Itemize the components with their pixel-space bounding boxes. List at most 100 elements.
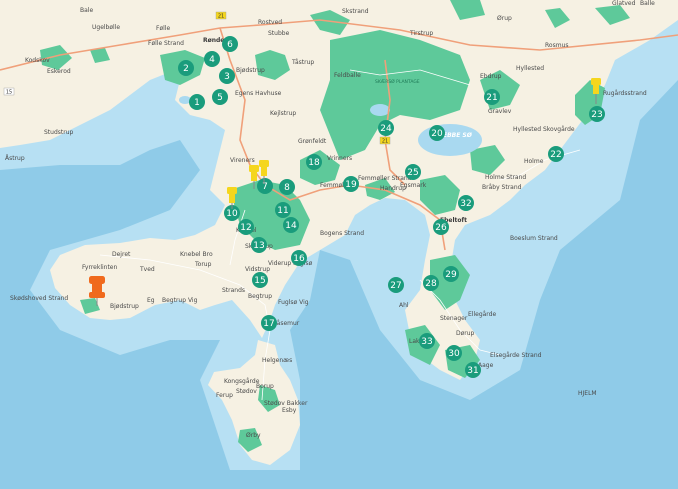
marker-number: 5: [217, 93, 223, 103]
location-marker-27[interactable]: 27: [388, 277, 404, 293]
place-label: Følle Strand: [148, 40, 184, 47]
place-label: Ebdrup: [480, 73, 502, 80]
ebbe-lake: [418, 124, 482, 156]
place-label: Tved: [139, 266, 155, 273]
location-marker-24[interactable]: 24: [378, 120, 394, 136]
location-marker-15[interactable]: 15: [252, 272, 268, 288]
location-marker-17[interactable]: 17: [261, 315, 277, 331]
location-marker-28[interactable]: 28: [423, 275, 439, 291]
marker-number: 7: [262, 182, 268, 192]
place-label: Stødov Bakker: [264, 400, 308, 407]
location-marker-19[interactable]: 19: [343, 176, 359, 192]
place-label: Ellegårde: [468, 311, 496, 318]
place-label: Rostved: [258, 19, 282, 26]
location-marker-30[interactable]: 30: [446, 345, 462, 361]
marker-number: 27: [390, 281, 401, 291]
place-label: Begtrup Vig: [162, 297, 198, 304]
location-marker-3[interactable]: 3: [219, 68, 235, 84]
marker-number: 32: [460, 199, 471, 209]
location-marker-5[interactable]: 5: [212, 89, 228, 105]
marker-number: 2: [183, 64, 189, 74]
marker-number: 23: [591, 110, 602, 120]
location-marker-6[interactable]: 6: [222, 36, 238, 52]
svg-text:21: 21: [382, 139, 388, 145]
location-marker-13[interactable]: 13: [251, 237, 267, 253]
place-label: Følle: [156, 25, 170, 32]
place-label: Skstrand: [342, 8, 369, 15]
place-label: Rønde: [203, 37, 224, 44]
place-label: Tirstrup: [409, 30, 433, 37]
location-marker-29[interactable]: 29: [443, 266, 459, 282]
map-canvas[interactable]: 21 21 15 SKÆRSØ PLANTAGE EBBE SØ Bale Ug…: [0, 0, 678, 489]
marker-number: 29: [445, 270, 457, 280]
place-label: Bjødstrup: [236, 67, 265, 74]
place-label: Kejlstrup: [270, 110, 296, 117]
place-label: Elsegårde Strand: [490, 352, 542, 359]
place-label: Eskerod: [47, 68, 71, 75]
place-label: Rosmus: [545, 42, 568, 49]
location-marker-4[interactable]: 4: [204, 51, 220, 67]
location-marker-20[interactable]: 20: [429, 125, 445, 141]
location-marker-14[interactable]: 14: [283, 217, 299, 233]
location-marker-12[interactable]: 12: [238, 219, 254, 235]
location-marker-23[interactable]: 23: [589, 106, 605, 122]
marker-number: 14: [285, 221, 297, 231]
marker-number: 13: [253, 241, 264, 251]
place-label: Stødov: [236, 388, 257, 395]
location-marker-22[interactable]: 22: [548, 146, 564, 162]
place-label: Knebel Bro: [180, 251, 213, 258]
marker-number: 12: [240, 223, 251, 233]
location-marker-1[interactable]: 1: [189, 94, 205, 110]
place-label: Feldballe: [334, 72, 361, 79]
marker-number: 20: [431, 129, 443, 139]
marker-number: 31: [467, 366, 478, 376]
place-label: Dørup: [456, 330, 475, 337]
location-marker-7[interactable]: 7: [257, 178, 273, 194]
marker-number: 30: [448, 349, 460, 359]
place-label: Gravlev: [488, 108, 512, 115]
place-label: Bale: [80, 7, 93, 14]
marker-number: 6: [227, 40, 233, 50]
lake-label: EBBE SØ: [443, 132, 473, 139]
location-marker-31[interactable]: 31: [465, 362, 481, 378]
marker-number: 26: [435, 223, 447, 233]
place-label: Begtrup: [248, 293, 272, 300]
location-marker-33[interactable]: 33: [419, 333, 435, 349]
place-label: Ørup: [497, 15, 512, 22]
location-marker-21[interactable]: 21: [484, 89, 500, 105]
marker-number: 3: [224, 72, 230, 82]
place-label: Fyrreklinten: [82, 264, 117, 271]
place-label: Tåstrup: [291, 59, 314, 66]
place-label: Esby: [282, 407, 297, 414]
marker-number: 8: [284, 183, 290, 193]
marker-number: 11: [277, 206, 288, 216]
forest-label: SKÆRSØ PLANTAGE: [375, 78, 420, 85]
location-marker-11[interactable]: 11: [275, 202, 291, 218]
marker-number: 1: [194, 98, 200, 108]
place-label: Bjødstrup: [110, 303, 139, 310]
place-label: Ørby: [246, 432, 261, 439]
place-label: Dejret: [112, 251, 131, 258]
location-marker-26[interactable]: 26: [433, 219, 449, 235]
place-label: Holme Strand: [485, 174, 526, 181]
marker-number: 18: [308, 158, 320, 168]
location-marker-8[interactable]: 8: [279, 179, 295, 195]
place-label: Fuglsø Vig: [278, 299, 309, 306]
location-marker-16[interactable]: 16: [291, 250, 307, 266]
marker-number: 15: [254, 276, 265, 286]
svg-text:21: 21: [218, 14, 224, 20]
location-marker-32[interactable]: 32: [458, 195, 474, 211]
marker-number: 17: [263, 319, 274, 329]
place-label: Vrinners: [327, 155, 352, 162]
location-marker-18[interactable]: 18: [306, 154, 322, 170]
road-shield-21: 21: [215, 11, 227, 20]
place-label: Strands: [222, 287, 245, 294]
location-marker-25[interactable]: 25: [405, 164, 421, 180]
location-marker-2[interactable]: 2: [178, 60, 194, 76]
place-label: Stenager: [440, 315, 468, 322]
place-label: Ferup: [216, 392, 233, 399]
place-label: Boeslum Strand: [510, 235, 558, 242]
marker-number: 10: [226, 209, 238, 219]
place-label: Balle: [640, 0, 655, 7]
place-label: Grønfeldt: [298, 138, 327, 145]
